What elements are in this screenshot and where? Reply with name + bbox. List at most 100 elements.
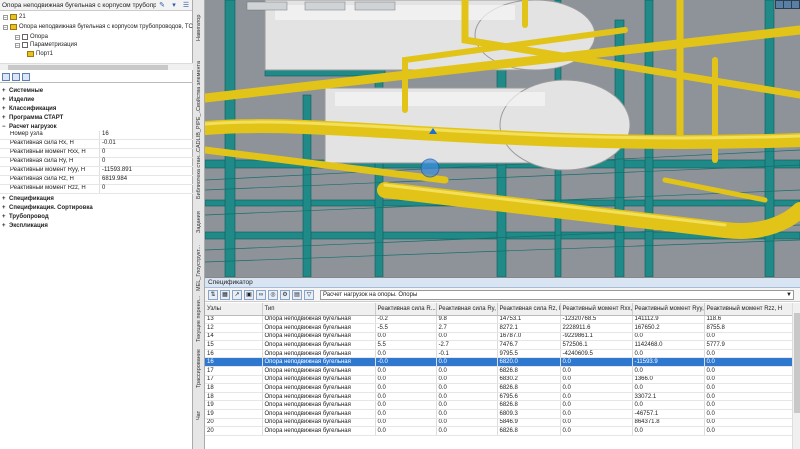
column-header[interactable]: Реактивный момент Ryy, Н [632, 303, 705, 316]
filter-icon[interactable]: ▾ [168, 0, 180, 10]
tree-node[interactable]: − Опора неподвижная бугельная с корпусом … [3, 24, 204, 30]
property-category[interactable]: + Спецификация [0, 194, 193, 203]
column-header[interactable]: Реактивный момент Rxx, Н [560, 303, 633, 316]
select-icon[interactable]: ◎ [268, 289, 278, 300]
column-header[interactable]: Реактивная сила Rz, Н [497, 303, 561, 316]
scroll-thumb[interactable] [8, 65, 168, 70]
table-row[interactable]: 15 Опора неподвижная бугельная 5.5 -2.7 7476… [205, 340, 792, 350]
tree-node[interactable]: Порт1 [27, 51, 53, 57]
side-tab[interactable]: Свойства элемента [193, 61, 205, 111]
expand-icon[interactable]: + [2, 115, 9, 121]
property-row[interactable]: Номер узла 16 [0, 131, 193, 140]
table-row[interactable]: 12 Опора неподвижная бугельная -5.5 2.7 8272… [205, 323, 792, 333]
export-icon[interactable]: ↗ [232, 289, 242, 300]
table-row[interactable]: 17 Опора неподвижная бугельная 0.0 0.0 6826.… [205, 366, 792, 376]
table-row[interactable]: 16 Опора неподвижная бугельная -0.0 0.0 6820… [205, 357, 792, 368]
table-row[interactable]: 20 Опора неподвижная бугельная 0.0 0.0 5846.… [205, 418, 792, 428]
column-header[interactable]: Реактивная сила R... [375, 303, 437, 316]
expand-icon[interactable]: + [2, 205, 9, 211]
save-icon[interactable]: ▣ [244, 289, 254, 300]
side-tab[interactable]: CADLIB_PIPE_... [193, 108, 205, 151]
tree-horizontal-scrollbar[interactable] [0, 63, 193, 70]
property-row[interactable]: Реактивная сила Ry, Н0 [0, 158, 193, 167]
column-header[interactable]: Узлы [205, 303, 263, 316]
property-value[interactable]: 0 [100, 149, 193, 157]
expand-toggle-icon[interactable]: − [15, 34, 20, 40]
property-value[interactable]: 16 [100, 131, 193, 139]
sort-icon[interactable]: ⇅ [208, 289, 218, 300]
menu-icon[interactable]: ☰ [180, 0, 192, 10]
property-row[interactable]: Реактивный момент Ryy, Н -11593.891 [0, 167, 193, 176]
property-category[interactable]: + Изделие [0, 95, 193, 104]
tree-node[interactable]: − 21 [3, 14, 26, 20]
property-category[interactable]: + Системные [0, 86, 193, 95]
expand-toggle-icon[interactable]: − [15, 42, 20, 48]
expand-icon[interactable]: + [2, 97, 9, 103]
table-row[interactable]: 14 Опора неподвижная бугельная 0.0 0.0 16787… [205, 332, 792, 342]
expand-icon[interactable]: + [2, 223, 9, 229]
side-tab[interactable]: MEL_Глоуструкт... [193, 243, 205, 293]
side-tab[interactable]: Текущие перени... [193, 295, 205, 343]
view-settings-icon[interactable] [784, 1, 791, 8]
property-category[interactable]: + Программа СТАРТ [0, 113, 193, 122]
property-value[interactable]: 0 [100, 158, 193, 166]
refresh-icon[interactable] [22, 72, 30, 81]
property-row[interactable]: Реактивный момент Rzz, Н0 [0, 185, 193, 194]
table-cell: 0.0 [375, 349, 437, 359]
side-tab[interactable]: Чат [193, 398, 205, 433]
expand-icon[interactable]: + [2, 106, 9, 112]
view-camera-icon[interactable] [792, 1, 799, 8]
tree-node[interactable]: − Параметризация [15, 42, 77, 48]
property-category[interactable]: + Классификация [0, 104, 193, 113]
expand-icon[interactable] [2, 72, 10, 81]
report-select[interactable]: Расчет нагрузок на опоры. Опоры ▼ [320, 289, 794, 300]
view-mode-icon[interactable] [776, 1, 783, 8]
scroll-thumb[interactable] [794, 313, 800, 413]
expand-icon[interactable]: + [2, 196, 9, 202]
expand-icon[interactable]: + [2, 214, 9, 220]
expand-toggle-icon[interactable]: − [3, 24, 8, 30]
collapse-icon[interactable]: − [2, 124, 9, 130]
settings-icon[interactable]: ⚙ [280, 289, 290, 300]
table-cell: 0.0 [704, 392, 792, 402]
property-category[interactable]: + Спецификация. Сортировка [0, 203, 193, 212]
table-row[interactable]: 18 Опора неподвижная бугельная 0.0 0.0 6795.… [205, 392, 792, 402]
property-value[interactable]: -11593.891 [100, 167, 193, 175]
table-row[interactable]: 19 Опора неподвижная бугельная 0.0 0.0 6826.… [205, 400, 792, 411]
table-row[interactable]: 19 Опора неподвижная бугельная 0.0 0.0 6809.… [205, 409, 792, 419]
collapse-icon[interactable] [12, 72, 20, 81]
chevron-down-icon[interactable]: ▼ [786, 291, 792, 300]
column-header[interactable]: Тип [262, 303, 376, 316]
filter-icon[interactable]: ▽ [304, 289, 314, 300]
table-row[interactable]: 16 Опора неподвижная бугельная 0.0 -0.1 9795… [205, 349, 792, 359]
column-header[interactable]: Реактивный момент Rzz, Н [704, 303, 792, 316]
table-row[interactable]: 18 Опора неподвижная бугельная 0.0 0.0 6826.… [205, 383, 792, 393]
property-category[interactable]: − Расчет нагрузок [0, 122, 193, 131]
table-row[interactable]: 20 Опора неподвижная бугельная 0.0 0.0 6826.… [205, 426, 792, 436]
table-vertical-scrollbar[interactable] [792, 303, 800, 449]
table-row[interactable]: 13 Опора неподвижная бугельная -0.2 9.8 1475… [205, 315, 792, 325]
table-cell: Опора неподвижная бугельная [262, 315, 376, 325]
property-row[interactable]: Реактивная сила Rx, Н -0.01 [0, 140, 193, 149]
expand-icon[interactable]: + [2, 88, 9, 94]
chart-icon[interactable]: ▤ [292, 289, 302, 300]
table-icon[interactable]: ▦ [220, 289, 230, 300]
tree-node[interactable]: − Опора [15, 34, 48, 40]
property-row[interactable]: Реактивный момент Rxx, Н0 [0, 149, 193, 158]
side-tab[interactable]: Библиотека стан... [193, 150, 205, 200]
expand-toggle-icon[interactable]: − [3, 14, 8, 20]
property-value[interactable]: 0 [100, 185, 193, 193]
side-tab[interactable]: Трассирование [193, 345, 205, 393]
link-icon[interactable]: ∞ [256, 289, 266, 300]
property-category[interactable]: + Трубопровод [0, 212, 193, 221]
side-tab[interactable]: Задания [193, 203, 205, 241]
table-row[interactable]: 17 Опора неподвижная бугельная 0.0 0.0 6830.… [205, 375, 792, 385]
edit-icon[interactable]: ✎ [156, 0, 168, 10]
property-value[interactable]: -0.01 [100, 140, 193, 148]
property-row[interactable]: Реактивная сила Rz, Н 6819.984 [0, 176, 193, 185]
side-tab[interactable]: Навигатор [193, 5, 205, 50]
column-header[interactable]: Реактивная сила Ry, Н [436, 303, 498, 316]
3d-viewport[interactable] [205, 0, 800, 277]
property-category[interactable]: + Экспликация [0, 221, 193, 230]
property-value[interactable]: 6819.984 [100, 176, 193, 184]
